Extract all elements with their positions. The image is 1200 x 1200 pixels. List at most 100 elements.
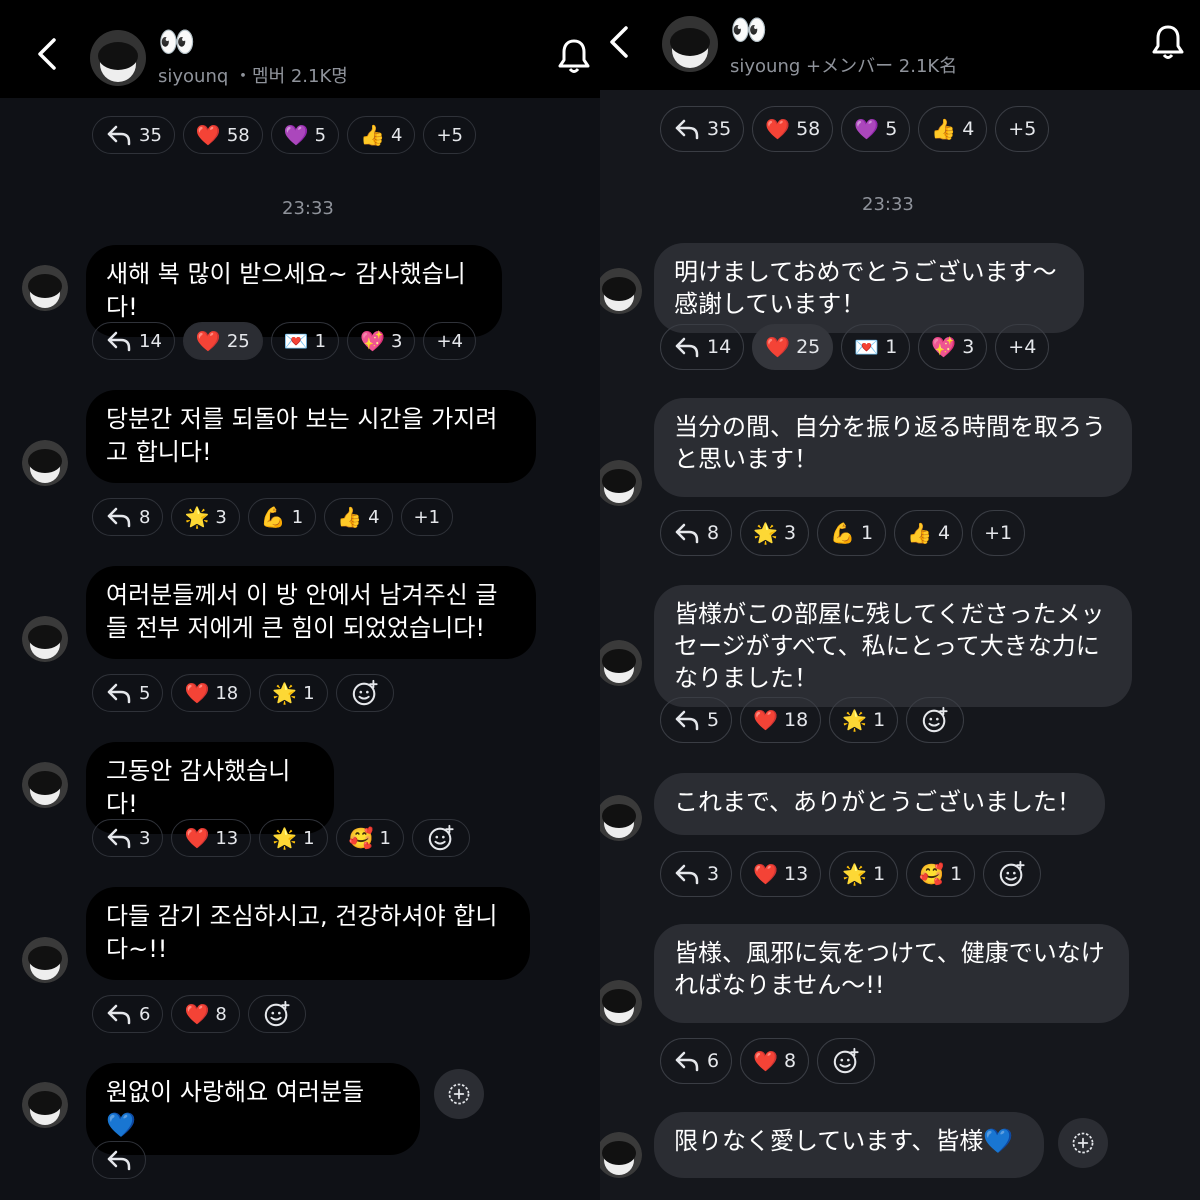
- add-reaction-button[interactable]: [906, 697, 965, 743]
- reply-button[interactable]: 8: [660, 510, 733, 556]
- sender-avatar[interactable]: [22, 616, 68, 662]
- reply-button[interactable]: 3: [92, 819, 164, 857]
- message-bubble[interactable]: 여러분들께서 이 방 안에서 남겨주신 글들 전부 저에게 큰 힘이 되었었습니…: [86, 566, 536, 659]
- reaction-chip[interactable]: ❤️ 25: [752, 324, 834, 370]
- reaction-chip[interactable]: ❤️ 8: [740, 1038, 810, 1084]
- reaction-chip[interactable]: 💜 5: [841, 106, 911, 152]
- message-bubble[interactable]: これまで、ありがとうございました！: [654, 773, 1105, 835]
- add-reaction-button[interactable]: [983, 851, 1042, 897]
- reaction-chip[interactable]: 💖 3: [347, 322, 416, 360]
- add-reaction-button[interactable]: [335, 674, 394, 712]
- reaction-count: 8: [707, 522, 720, 544]
- sender-avatar[interactable]: [22, 1082, 68, 1128]
- reply-button[interactable]: 14: [92, 322, 175, 360]
- channel-avatar[interactable]: [662, 16, 718, 72]
- sender-avatar[interactable]: [600, 1132, 642, 1178]
- bell-icon[interactable]: [1148, 22, 1188, 62]
- reaction-chip[interactable]: ❤️ 58: [182, 116, 263, 154]
- reaction-chip[interactable]: 👍 4: [918, 106, 988, 152]
- reaction-chip[interactable]: 💪 1: [247, 498, 317, 536]
- reply-button[interactable]: [92, 1141, 146, 1179]
- reaction-count: 18: [784, 709, 809, 731]
- reaction-emoji: 👍: [360, 123, 385, 147]
- reaction-chip[interactable]: 💖 3: [918, 324, 988, 370]
- sender-avatar[interactable]: [22, 937, 68, 983]
- reaction-chip[interactable]: ❤️ 58: [752, 106, 834, 152]
- reaction-emoji: 🌟: [272, 826, 298, 850]
- sender-avatar[interactable]: [22, 265, 68, 311]
- reply-button[interactable]: 3: [660, 851, 733, 897]
- sender-avatar[interactable]: [600, 460, 642, 506]
- back-arrow-icon[interactable]: [600, 22, 640, 62]
- reply-button[interactable]: 5: [660, 697, 733, 743]
- sender-avatar[interactable]: [600, 268, 642, 314]
- message-bubble[interactable]: 당분간 저를 되돌아 보는 시간을 가지려고 합니다!: [86, 390, 536, 483]
- reaction-chip[interactable]: 💪 1: [817, 510, 887, 556]
- reaction-count: 3: [215, 506, 227, 528]
- reaction-count: 13: [784, 863, 809, 885]
- reaction-chip[interactable]: 🌟 3: [740, 510, 810, 556]
- message-bubble[interactable]: 皆様、風邪に気をつけて、健康でいなければなりません〜!!: [654, 924, 1129, 1023]
- bell-icon[interactable]: [554, 36, 594, 76]
- reaction-chip[interactable]: 🌟 1: [829, 697, 899, 743]
- reaction-count: 35: [707, 118, 732, 140]
- reply-button[interactable]: 6: [92, 995, 164, 1033]
- sender-avatar[interactable]: [22, 440, 68, 486]
- more-reactions-chip[interactable]: +4: [423, 322, 476, 360]
- sender-avatar[interactable]: [600, 795, 642, 841]
- reaction-row: 6 ❤️ 8: [92, 995, 306, 1033]
- more-reactions-chip[interactable]: +1: [971, 510, 1026, 556]
- more-reactions-chip[interactable]: +1: [400, 498, 454, 536]
- message-bubble[interactable]: 明けましておめでとうございます〜感謝しています！: [654, 243, 1084, 333]
- reply-arrow-icon: [675, 337, 699, 358]
- reply-button[interactable]: 35: [92, 116, 175, 154]
- sender-avatar[interactable]: [600, 980, 642, 1026]
- reaction-count: +5: [1008, 118, 1037, 140]
- reaction-chip[interactable]: 🌟 1: [829, 851, 899, 897]
- reaction-chip[interactable]: 💜 5: [270, 116, 340, 154]
- add-reaction-button[interactable]: [411, 819, 470, 857]
- message-bubble[interactable]: 当分の間、自分を振り返る時間を取ろうと思います！: [654, 398, 1132, 497]
- reaction-chip[interactable]: ❤️ 25: [182, 322, 263, 360]
- reaction-emoji: ❤️: [195, 329, 221, 353]
- reaction-chip[interactable]: ❤️ 13: [171, 819, 252, 857]
- reply-button[interactable]: 6: [660, 1038, 733, 1084]
- reply-button[interactable]: 5: [92, 674, 164, 712]
- reply-button[interactable]: 14: [660, 324, 745, 370]
- reaction-chip[interactable]: 👍 4: [324, 498, 393, 536]
- reaction-chip[interactable]: 🌟 3: [171, 498, 240, 536]
- channel-avatar[interactable]: [90, 30, 146, 86]
- message-bubble[interactable]: 限りなく愛しています、皆様💙: [654, 1112, 1044, 1178]
- add-reaction-icon: [264, 1000, 290, 1027]
- reaction-chip[interactable]: 👍 4: [894, 510, 964, 556]
- add-reaction-button[interactable]: [1058, 1118, 1108, 1168]
- reaction-chip[interactable]: 🥰 1: [906, 851, 976, 897]
- reaction-chip[interactable]: 👍 4: [347, 116, 416, 154]
- more-reactions-chip[interactable]: +4: [995, 324, 1050, 370]
- add-reaction-button[interactable]: [817, 1038, 876, 1084]
- sender-avatar[interactable]: [22, 762, 68, 808]
- reaction-chip[interactable]: ❤️ 8: [171, 995, 240, 1033]
- reaction-emoji: 💪: [260, 505, 286, 529]
- reaction-chip[interactable]: ❤️ 18: [740, 697, 822, 743]
- reaction-chip[interactable]: 🌟 1: [259, 819, 328, 857]
- reaction-emoji: 💜: [854, 117, 880, 141]
- more-reactions-chip[interactable]: +5: [995, 106, 1050, 152]
- reaction-chip[interactable]: 🌟 1: [259, 674, 328, 712]
- reaction-emoji: 🥰: [919, 862, 945, 886]
- reaction-chip[interactable]: ❤️ 18: [171, 674, 252, 712]
- more-reactions-chip[interactable]: +5: [423, 116, 476, 154]
- reaction-chip[interactable]: ❤️ 13: [740, 851, 822, 897]
- add-reaction-button[interactable]: [247, 995, 306, 1033]
- reaction-chip[interactable]: 💌 1: [270, 322, 340, 360]
- message-bubble[interactable]: 皆様がこの部屋に残してくださったメッセージがすべて、私にとって大きな力になりまし…: [654, 585, 1132, 707]
- message-bubble[interactable]: 다들 감기 조심하시고, 건강하셔야 합니다~!!: [86, 887, 530, 980]
- reaction-chip[interactable]: 💌 1: [841, 324, 911, 370]
- add-reaction-icon: [352, 679, 378, 706]
- back-arrow-icon[interactable]: [28, 34, 68, 74]
- sender-avatar[interactable]: [600, 640, 642, 686]
- add-reaction-button[interactable]: [434, 1069, 484, 1119]
- reaction-chip[interactable]: 🥰 1: [335, 819, 404, 857]
- reply-button[interactable]: 35: [660, 106, 745, 152]
- reply-button[interactable]: 8: [92, 498, 164, 536]
